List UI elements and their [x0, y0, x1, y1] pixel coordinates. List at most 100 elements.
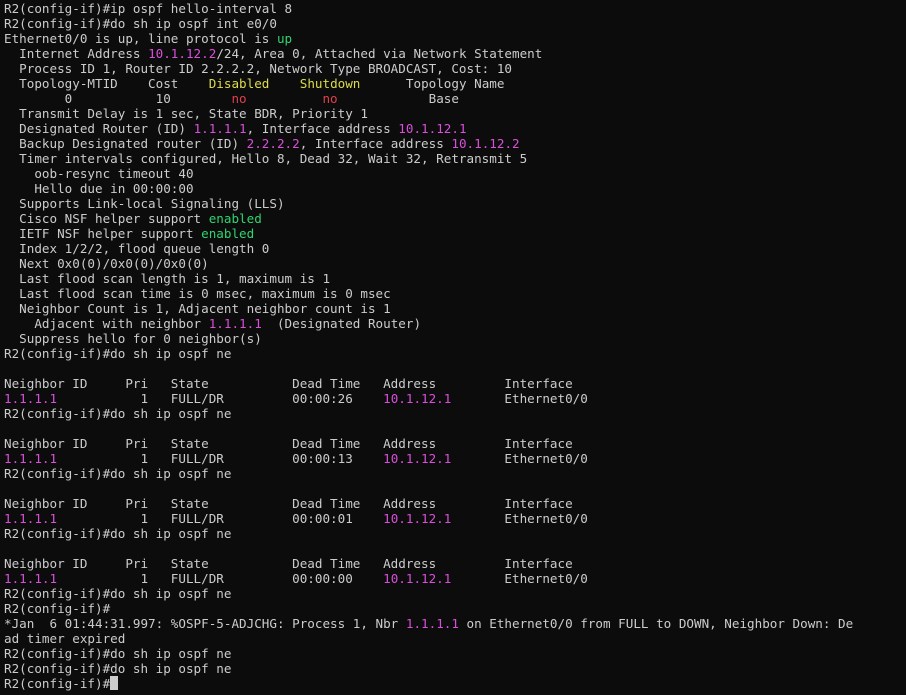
- terminal-line: Transmit Delay is 1 sec, State BDR, Prio…: [4, 106, 906, 121]
- terminal-text-segment: Neighbor ID Pri State Dead Time Address …: [4, 376, 573, 391]
- terminal-text-segment: no: [231, 91, 247, 106]
- terminal-text-segment: Topology Name: [360, 76, 505, 91]
- terminal-line: R2(config-if)#do sh ip ospf ne: [4, 586, 906, 601]
- terminal-line: Last flood scan time is 0 msec, maximum …: [4, 286, 906, 301]
- terminal-text-segment: 1 FULL/DR 00:00:01: [57, 511, 384, 526]
- terminal-text-segment: 1 FULL/DR 00:00:26: [57, 391, 384, 406]
- terminal-text-segment: R2(config-if)#do sh ip ospf ne: [4, 346, 232, 361]
- terminal-line: R2(config-if)#: [4, 601, 906, 616]
- terminal-text-segment: R2(config-if)#ip ospf hello-interval 8: [4, 1, 293, 16]
- terminal-text-segment: 10.1.12.1: [383, 391, 452, 406]
- terminal-line: Internet Address 10.1.12.2/24, Area 0, A…: [4, 46, 906, 61]
- text-cursor: [110, 676, 119, 690]
- terminal-text-segment: on Ethernet0/0 from FULL to DOWN, Neighb…: [458, 616, 854, 631]
- terminal-line: Timer intervals configured, Hello 8, Dea…: [4, 151, 906, 166]
- terminal-text-segment: 1.1.1.1: [4, 511, 58, 526]
- terminal-text-segment: 1.1.1.1: [193, 121, 247, 136]
- terminal-text-segment: Supports Link-local Signaling (LLS): [4, 196, 285, 211]
- terminal-text-segment: 1.1.1.1: [405, 616, 459, 631]
- terminal-line: 1.1.1.1 1 FULL/DR 00:00:13 10.1.12.1 Eth…: [4, 451, 906, 466]
- terminal-line: *Jan 6 01:44:31.997: %OSPF-5-ADJCHG: Pro…: [4, 616, 906, 631]
- terminal-text-segment: Neighbor Count is 1, Adjacent neighbor c…: [4, 301, 391, 316]
- terminal-text-segment: (Designated Router): [261, 316, 422, 331]
- terminal-text-segment: 1.1.1.1: [208, 316, 262, 331]
- terminal-text-segment: 1 FULL/DR 00:00:13: [57, 451, 384, 466]
- terminal-line: ad timer expired: [4, 631, 906, 646]
- terminal-text-segment: Topology-MTID Cost: [4, 76, 209, 91]
- terminal-line: oob-resync timeout 40: [4, 166, 906, 181]
- terminal-window[interactable]: R2(config-if)#ip ospf hello-interval 8 R2…: [0, 0, 906, 695]
- terminal-text-segment: 1.1.1.1: [4, 571, 58, 586]
- terminal-line: R2(config-if)#ip ospf hello-interval 8: [4, 1, 906, 16]
- terminal-line: R2(config-if)#do sh ip ospf ne: [4, 661, 906, 676]
- terminal-text-segment: Transmit Delay is 1 sec, State BDR, Prio…: [4, 106, 368, 121]
- terminal-line: IETF NSF helper support enabled: [4, 226, 906, 241]
- terminal-line: Backup Designated router (ID) 2.2.2.2, I…: [4, 136, 906, 151]
- terminal-text-segment: 10.1.12.2: [148, 46, 217, 61]
- terminal-text-segment: R2(config-if)#do sh ip ospf int e0/0: [4, 16, 277, 31]
- terminal-text-segment: 10.1.12.1: [383, 451, 452, 466]
- terminal-line: Adjacent with neighbor 1.1.1.1 (Designat…: [4, 316, 906, 331]
- terminal-line: Ethernet0/0 is up, line protocol is up: [4, 31, 906, 46]
- terminal-text-segment: 10.1.12.1: [383, 571, 452, 586]
- terminal-text-segment: R2(config-if)#do sh ip ospf ne: [4, 586, 232, 601]
- terminal-text-segment: Disabled: [208, 76, 270, 91]
- terminal-text-segment: Adjacent with neighbor: [4, 316, 209, 331]
- terminal-line: Suppress hello for 0 neighbor(s): [4, 331, 906, 346]
- terminal-line: Neighbor Count is 1, Adjacent neighbor c…: [4, 301, 906, 316]
- terminal-line: Last flood scan length is 1, maximum is …: [4, 271, 906, 286]
- terminal-line: Designated Router (ID) 1.1.1.1, Interfac…: [4, 121, 906, 136]
- terminal-text-segment: 1.1.1.1: [4, 451, 58, 466]
- terminal-text-segment: Neighbor ID Pri State Dead Time Address …: [4, 556, 573, 571]
- terminal-text-segment: , Interface address: [246, 121, 399, 136]
- terminal-text-segment: enabled: [208, 211, 262, 226]
- terminal-line: Neighbor ID Pri State Dead Time Address …: [4, 436, 906, 451]
- terminal-text-segment: R2(config-if)#do sh ip ospf ne: [4, 406, 232, 421]
- terminal-text-segment: ad timer expired: [4, 631, 126, 646]
- terminal-text-segment: Designated Router (ID): [4, 121, 194, 136]
- terminal-text-segment: R2(config-if)#do sh ip ospf ne: [4, 466, 232, 481]
- terminal-text-segment: , Interface address: [299, 136, 452, 151]
- terminal-text-segment: Last flood scan time is 0 msec, maximum …: [4, 286, 391, 301]
- terminal-line: Hello due in 00:00:00: [4, 181, 906, 196]
- terminal-text-segment: Cisco NSF helper support: [4, 211, 209, 226]
- terminal-text-segment: Neighbor ID Pri State Dead Time Address …: [4, 496, 573, 511]
- terminal-text-segment: Last flood scan length is 1, maximum is …: [4, 271, 331, 286]
- terminal-line: R2(config-if)#do sh ip ospf int e0/0: [4, 16, 906, 31]
- terminal-text-segment: Ethernet0/0: [451, 451, 588, 466]
- terminal-line: Neighbor ID Pri State Dead Time Address …: [4, 496, 906, 511]
- terminal-text-segment: Ethernet0/0 is up, line protocol is: [4, 31, 277, 46]
- terminal-text-segment: Next 0x0(0)/0x0(0)/0x0(0): [4, 256, 209, 271]
- terminal-line: Neighbor ID Pri State Dead Time Address …: [4, 376, 906, 391]
- terminal-line: R2(config-if)#do sh ip ospf ne: [4, 526, 906, 541]
- terminal-text-segment: Internet Address: [4, 46, 149, 61]
- terminal-line: Process ID 1, Router ID 2.2.2.2, Network…: [4, 61, 906, 76]
- terminal-text-segment: Backup Designated router (ID): [4, 136, 247, 151]
- terminal-line: Index 1/2/2, flood queue length 0: [4, 241, 906, 256]
- terminal-line: R2(config-if)#do sh ip ospf ne: [4, 466, 906, 481]
- terminal-text-segment: 1.1.1.1: [4, 391, 58, 406]
- terminal-text-segment: oob-resync timeout 40: [4, 166, 194, 181]
- terminal-line: Neighbor ID Pri State Dead Time Address …: [4, 556, 906, 571]
- terminal-line: R2(config-if)#do sh ip ospf ne: [4, 406, 906, 421]
- terminal-text-segment: Base: [337, 91, 459, 106]
- terminal-text-segment: R2(config-if)#do sh ip ospf ne: [4, 526, 232, 541]
- terminal-line: Topology-MTID Cost Disabled Shutdown Top…: [4, 76, 906, 91]
- terminal-line: 1.1.1.1 1 FULL/DR 00:00:26 10.1.12.1 Eth…: [4, 391, 906, 406]
- terminal-text-segment: Index 1/2/2, flood queue length 0: [4, 241, 270, 256]
- terminal-text-segment: 10.1.12.2: [451, 136, 520, 151]
- terminal-text-segment: no: [322, 91, 338, 106]
- terminal-text-segment: Shutdown: [299, 76, 361, 91]
- terminal-prompt-line[interactable]: R2(config-if)#: [4, 676, 906, 691]
- terminal-text-segment: Ethernet0/0: [451, 511, 588, 526]
- terminal-text-segment: 2.2.2.2: [246, 136, 300, 151]
- terminal-text-segment: Process ID 1, Router ID 2.2.2.2, Network…: [4, 61, 512, 76]
- prompt-text: R2(config-if)#: [4, 676, 111, 691]
- terminal-line: R2(config-if)#do sh ip ospf ne: [4, 346, 906, 361]
- terminal-text-segment: Neighbor ID Pri State Dead Time Address …: [4, 436, 573, 451]
- terminal-line: Supports Link-local Signaling (LLS): [4, 196, 906, 211]
- terminal-text-segment: R2(config-if)#do sh ip ospf ne: [4, 661, 232, 676]
